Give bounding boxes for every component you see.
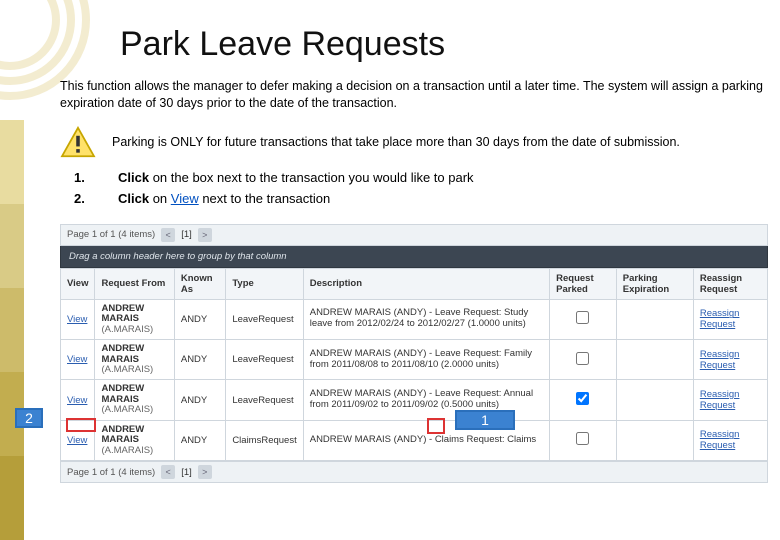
table-row: View ANDREW MARAIS(A.MARAIS)ANDYClaimsReq… <box>61 420 768 460</box>
col-type[interactable]: Type <box>226 268 303 299</box>
page-title: Park Leave Requests <box>120 25 768 64</box>
reassign-link[interactable]: Reassign Request <box>700 389 740 411</box>
reassign-link[interactable]: Reassign Request <box>700 429 740 451</box>
step-2-number: 2. <box>74 191 94 206</box>
view-link[interactable]: View <box>67 354 87 365</box>
reassign-link[interactable]: Reassign Request <box>700 308 740 330</box>
view-link[interactable]: View <box>67 395 87 406</box>
warning-icon <box>60 126 96 158</box>
col-from[interactable]: Request From <box>95 268 174 299</box>
known-as: ANDY <box>174 420 225 460</box>
type: LeaveRequest <box>226 299 303 339</box>
table-row: View ANDREW MARAIS(A.MARAIS)ANDYLeaveRequ… <box>61 299 768 339</box>
col-reassign[interactable]: Reassign Request <box>693 268 767 299</box>
parked-checkbox[interactable] <box>576 352 589 365</box>
pager-top-label: Page 1 of 1 (4 items) <box>67 229 155 240</box>
expiration <box>616 380 693 420</box>
expiration <box>616 299 693 339</box>
step-2-text: Click on View next to the transaction <box>118 191 330 206</box>
parked-cell <box>550 340 617 380</box>
view-link[interactable]: View <box>67 314 87 325</box>
callout-2: 2 <box>15 408 43 428</box>
pager-bottom-label: Page 1 of 1 (4 items) <box>67 467 155 478</box>
requests-table: View Request From Known As Type Descript… <box>60 268 768 461</box>
reassign-link[interactable]: Reassign Request <box>700 349 740 371</box>
step-1-text: Click on the box next to the transaction… <box>118 170 474 185</box>
parked-checkbox[interactable] <box>576 432 589 445</box>
parked-cell <box>550 420 617 460</box>
known-as: ANDY <box>174 299 225 339</box>
request-from: ANDREW MARAIS(A.MARAIS) <box>95 420 174 460</box>
warning-text: Parking is ONLY for future transactions … <box>112 135 680 149</box>
parked-checkbox[interactable] <box>576 392 589 405</box>
description: ANDREW MARAIS (ANDY) - Leave Request: St… <box>303 299 549 339</box>
pager-next-button[interactable]: > <box>198 465 212 479</box>
expiration <box>616 420 693 460</box>
type: ClaimsRequest <box>226 420 303 460</box>
parked-cell <box>550 380 617 420</box>
step-1-number: 1. <box>74 170 94 185</box>
pager-current: [1] <box>181 467 192 478</box>
request-from: ANDREW MARAIS(A.MARAIS) <box>95 340 174 380</box>
view-link[interactable]: View <box>67 435 87 446</box>
parked-checkbox[interactable] <box>576 311 589 324</box>
col-exp[interactable]: Parking Expiration <box>616 268 693 299</box>
pager-top: Page 1 of 1 (4 items) < [1] > <box>60 224 768 246</box>
parked-cell <box>550 299 617 339</box>
grid-container: Page 1 of 1 (4 items) < [1] > Drag a col… <box>60 224 768 483</box>
callout-1: 1 <box>455 410 515 430</box>
request-from: ANDREW MARAIS(A.MARAIS) <box>95 299 174 339</box>
description: ANDREW MARAIS (ANDY) - Leave Request: Fa… <box>303 340 549 380</box>
view-link-ref: View <box>171 191 199 206</box>
request-from: ANDREW MARAIS(A.MARAIS) <box>95 380 174 420</box>
table-row: View ANDREW MARAIS(A.MARAIS)ANDYLeaveRequ… <box>61 380 768 420</box>
col-view[interactable]: View <box>61 268 95 299</box>
pager-bottom: Page 1 of 1 (4 items) < [1] > <box>60 461 768 483</box>
pager-current: [1] <box>181 229 192 240</box>
col-parked[interactable]: Request Parked <box>550 268 617 299</box>
warning-row: Parking is ONLY for future transactions … <box>60 126 768 158</box>
pager-next-button[interactable]: > <box>198 228 212 242</box>
expiration <box>616 340 693 380</box>
col-desc[interactable]: Description <box>303 268 549 299</box>
pager-prev-button[interactable]: < <box>161 465 175 479</box>
steps-list: 1. Click on the box next to the transact… <box>74 170 768 206</box>
group-hint-bar[interactable]: Drag a column header here to group by th… <box>60 246 768 268</box>
col-known[interactable]: Known As <box>174 268 225 299</box>
intro-text: This function allows the manager to defe… <box>60 78 768 112</box>
table-row: View ANDREW MARAIS(A.MARAIS)ANDYLeaveRequ… <box>61 340 768 380</box>
pager-prev-button[interactable]: < <box>161 228 175 242</box>
known-as: ANDY <box>174 380 225 420</box>
known-as: ANDY <box>174 340 225 380</box>
type: LeaveRequest <box>226 340 303 380</box>
type: LeaveRequest <box>226 380 303 420</box>
